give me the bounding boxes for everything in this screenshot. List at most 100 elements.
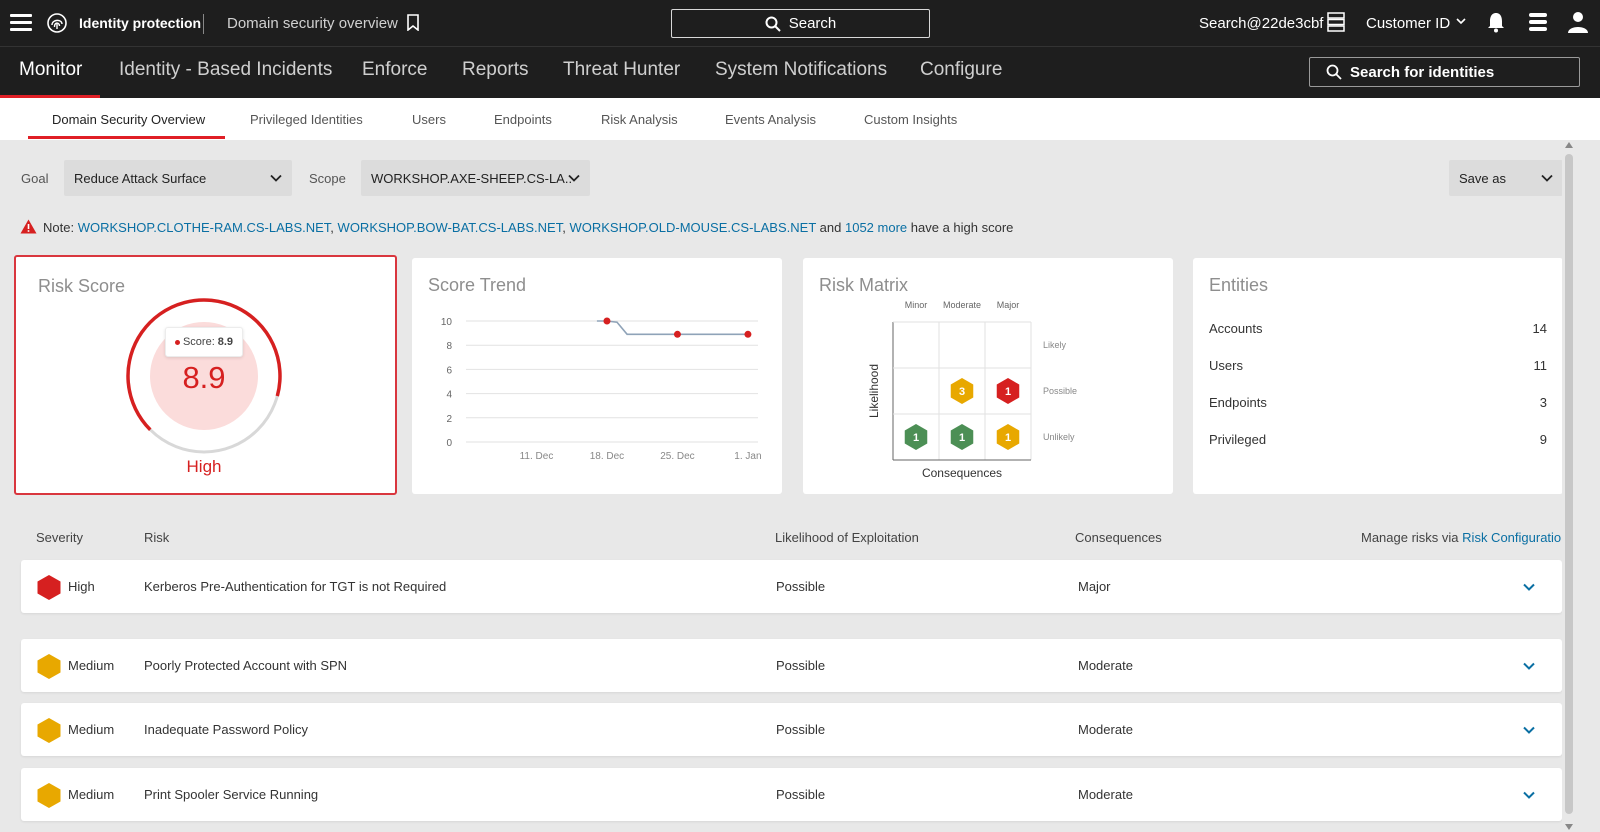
matrix-cell-count: 1	[959, 432, 965, 444]
scope-value: WORKSHOP.AXE-SHEEP.CS-LA..	[371, 170, 573, 186]
consequences-value: Moderate	[1078, 787, 1133, 802]
nav-reports[interactable]: Reports	[462, 59, 529, 81]
scroll-down-arrow[interactable]	[1565, 824, 1573, 830]
chevron-down-icon[interactable]	[1522, 659, 1536, 673]
likelihood-value: Possible	[776, 722, 826, 737]
chevron-down-icon[interactable]	[1522, 788, 1536, 802]
table-row[interactable]: Medium Print Spooler Service Running Pos…	[21, 768, 1562, 821]
likelihood-value: Possible	[776, 787, 826, 802]
nav-enforce[interactable]: Enforce	[362, 59, 427, 81]
nav-identity-incidents[interactable]: Identity - Based Incidents	[119, 59, 332, 81]
table-row[interactable]: Medium Poorly Protected Account with SPN…	[21, 639, 1562, 692]
manage-risks-prefix: Manage risks via	[1361, 530, 1459, 545]
col-header-severity[interactable]: Severity	[36, 530, 83, 545]
goal-label: Goal	[21, 171, 49, 186]
risk-configuration-link[interactable]: Risk Configuration	[1462, 530, 1568, 545]
chevron-down-icon[interactable]	[1522, 580, 1536, 594]
domain-link[interactable]: WORKSHOP.OLD-MOUSE.CS-LABS.NET	[569, 220, 816, 235]
y-tick-label: 0	[446, 438, 452, 449]
col-header-likelihood[interactable]: Likelihood of Exploitation	[775, 530, 919, 545]
entity-label: Accounts	[1209, 321, 1263, 336]
entity-row-privileged[interactable]: Privileged 9	[1209, 432, 1547, 447]
table-row[interactable]: High Kerberos Pre-Authentication for TGT…	[21, 560, 1562, 613]
col-header-risk[interactable]: Risk	[144, 530, 169, 545]
manage-risks: Manage risks via Risk Configuration	[1361, 530, 1568, 545]
tab-custom-insights[interactable]: Custom Insights	[864, 112, 957, 127]
warning-icon	[20, 219, 37, 234]
score-tooltip: Score: 8.9	[165, 327, 243, 357]
entities-title: Entities	[1209, 275, 1269, 295]
scroll-thumb[interactable]	[1565, 154, 1573, 814]
fingerprint-icon	[47, 13, 67, 33]
customer-id-dropdown[interactable]: Customer ID	[1366, 15, 1450, 32]
entity-row-endpoints[interactable]: Endpoints 3	[1209, 395, 1547, 410]
trend-point	[744, 330, 752, 338]
risk-score-card: Risk Score Score: 8.9 8.9 High	[14, 255, 397, 495]
domain-link[interactable]: WORKSHOP.CLOTHE-RAM.CS-LABS.NET	[78, 220, 331, 235]
matrix-row-label: Unlikely	[1043, 432, 1075, 442]
entity-row-accounts[interactable]: Accounts 14	[1209, 321, 1547, 336]
product-name[interactable]: Identity protection	[79, 15, 201, 31]
bell-icon[interactable]	[1486, 11, 1506, 33]
risk-score-value: 8.9	[182, 360, 226, 395]
y-tick-label: 4	[446, 390, 452, 401]
col-header-consequences[interactable]: Consequences	[1075, 530, 1162, 545]
likelihood-value: Possible	[776, 579, 826, 594]
chevron-down-icon[interactable]	[1455, 15, 1467, 27]
save-as-button[interactable]: Save as	[1449, 160, 1563, 196]
tab-users[interactable]: Users	[412, 112, 446, 127]
nav-configure[interactable]: Configure	[920, 59, 1002, 81]
tab-privileged-identities[interactable]: Privileged Identities	[250, 112, 363, 127]
entity-count: 11	[1533, 358, 1548, 373]
nav-system-notifications[interactable]: System Notifications	[715, 59, 887, 81]
stack-icon[interactable]	[1527, 12, 1549, 32]
entity-label: Endpoints	[1209, 395, 1267, 410]
scope-select[interactable]: WORKSHOP.AXE-SHEEP.CS-LA..	[361, 160, 590, 196]
risk-score-level: High	[186, 457, 222, 476]
domain-link[interactable]: WORKSHOP.BOW-BAT.CS-LABS.NET	[338, 220, 563, 235]
entity-count: 14	[1532, 321, 1547, 336]
server-icon[interactable]	[1327, 12, 1345, 32]
search-icon	[765, 16, 781, 32]
y-tick-label: 2	[446, 414, 452, 425]
tab-domain-security-overview[interactable]: Domain Security Overview	[52, 112, 205, 127]
severity-medium-icon	[37, 654, 61, 679]
nav-monitor[interactable]: Monitor	[19, 59, 82, 81]
x-tick-label: 18. Dec	[590, 451, 624, 462]
goal-select[interactable]: Reduce Attack Surface	[64, 160, 292, 196]
consequences-value: Moderate	[1078, 722, 1133, 737]
tab-endpoints[interactable]: Endpoints	[494, 112, 552, 127]
y-tick-label: 6	[446, 365, 452, 376]
nav-threat-hunter[interactable]: Threat Hunter	[563, 59, 680, 81]
y-tick-label: 10	[441, 317, 453, 328]
matrix-row-label: Possible	[1043, 386, 1077, 396]
more-domains-link[interactable]: 1052 more	[845, 220, 907, 235]
risk-name: Inadequate Password Policy	[144, 722, 309, 737]
page-scrollbar[interactable]	[1562, 140, 1576, 832]
matrix-x-axis-label: Consequences	[922, 466, 1002, 480]
chevron-down-icon[interactable]	[1522, 723, 1536, 737]
matrix-cell-count: 1	[1005, 386, 1011, 398]
risk-name: Print Spooler Service Running	[144, 787, 319, 802]
matrix-cell-count: 1	[1005, 432, 1011, 444]
entity-count: 3	[1539, 395, 1547, 410]
scroll-up-arrow[interactable]	[1565, 142, 1573, 148]
trend-line	[596, 320, 748, 336]
tooltip-label: Score:	[182, 336, 215, 348]
global-search-button[interactable]: Search	[671, 9, 930, 38]
user-account[interactable]: Search@22de3cbf	[1199, 15, 1323, 32]
tab-events-analysis[interactable]: Events Analysis	[725, 112, 816, 127]
menu-icon[interactable]	[10, 14, 32, 32]
top-bar: Identity protection Domain security over…	[0, 0, 1600, 46]
entity-row-users[interactable]: Users 11	[1209, 358, 1547, 373]
divider	[203, 14, 204, 34]
note-prefix: Note:	[43, 220, 75, 235]
bookmark-icon[interactable]	[406, 14, 420, 31]
table-row[interactable]: Medium Inadequate Password Policy Possib…	[21, 703, 1562, 756]
tab-risk-analysis[interactable]: Risk Analysis	[601, 112, 678, 127]
main-nav: Monitor Identity - Based Incidents Enfor…	[0, 46, 1600, 99]
severity-label: Medium	[68, 658, 115, 673]
identity-search-input[interactable]: Search for identities	[1309, 57, 1580, 87]
severity-label: Medium	[68, 722, 115, 737]
user-icon[interactable]	[1567, 11, 1589, 33]
